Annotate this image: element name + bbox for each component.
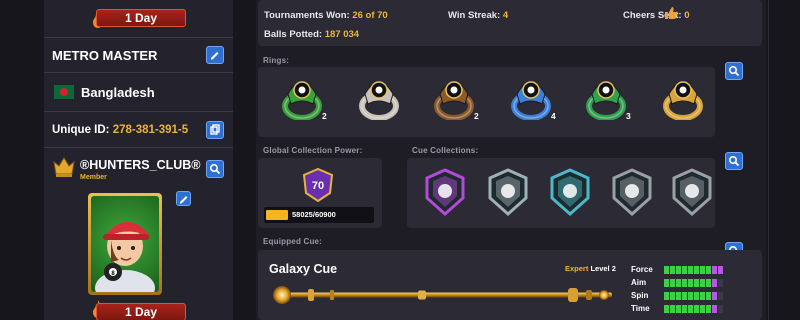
ring-count: 4 — [551, 111, 556, 121]
cue-stat-bar — [664, 266, 723, 274]
ring-count: 2 — [322, 111, 327, 121]
edit-title-button[interactable] — [206, 46, 224, 64]
balls-potted: Balls Potted: 187 034 — [264, 29, 360, 40]
ornate-ring-icon — [359, 81, 399, 121]
svg-text:70: 70 — [312, 180, 324, 192]
profile-sidebar: 1 Day METRO MASTER Bangladesh Unique ID:… — [0, 0, 256, 320]
club-ring-icon — [663, 81, 703, 121]
unique-id-label: Unique ID: — [52, 124, 110, 136]
cue-tier-level: Expert Level 2 — [565, 264, 616, 273]
cue-stat-name: Time — [631, 304, 650, 313]
search-icon — [728, 65, 740, 77]
collection-progress-bar: 58025/60900 — [264, 207, 374, 223]
eight-ball-ring-icon — [282, 81, 322, 121]
login-streak-badge: 1 Day — [96, 303, 186, 320]
ring-count: 2 — [474, 111, 479, 121]
cue-collections-label: Cue Collections: — [412, 146, 479, 155]
collection-progress-fill — [266, 210, 288, 220]
club-name: ®HUNTERS_CLUB® — [80, 158, 201, 172]
diamond-emblem-icon[interactable] — [547, 168, 593, 217]
cue-name: Galaxy Cue — [269, 262, 338, 276]
atom-emblem-icon[interactable] — [422, 168, 468, 217]
search-icon — [209, 163, 221, 175]
copy-icon — [210, 124, 220, 135]
club-crown-icon — [53, 157, 75, 177]
club-role: Member — [80, 174, 107, 181]
tournaments-won: Tournaments Won: 26 of 70 — [264, 10, 388, 21]
view-club-button[interactable] — [206, 160, 224, 178]
ring-item[interactable] — [584, 72, 628, 124]
bangladesh-flag-icon — [54, 85, 74, 99]
cue-stat-name: Force — [631, 265, 653, 274]
cheers-sent: Cheers Sent: 0 — [623, 10, 690, 21]
collection-level-badge: 70 — [302, 168, 334, 202]
country-name: Bangladesh — [81, 85, 155, 100]
ring-count: 3 — [626, 111, 631, 121]
rings-card — [258, 67, 715, 137]
rings-label: Rings: — [263, 56, 290, 65]
unique-id-value: 278-381-391-5 — [112, 124, 189, 136]
ring-item[interactable] — [509, 72, 553, 124]
green-ring-icon — [586, 81, 626, 121]
collection-progress-text: 58025/60900 — [292, 210, 336, 219]
rings-search-button[interactable] — [725, 62, 743, 80]
ring-item[interactable] — [357, 72, 401, 124]
cue-stat-name: Aim — [631, 278, 647, 287]
edit-avatar-button[interactable] — [176, 191, 191, 206]
profile-screen: 1 Day METRO MASTER Bangladesh Unique ID:… — [0, 0, 800, 320]
bronze-ring-icon — [434, 81, 474, 121]
cue-stat-bar — [664, 305, 723, 313]
unique-id: Unique ID: 278-381-391-5 — [52, 124, 188, 136]
ring-item[interactable] — [661, 72, 705, 124]
copy-id-button[interactable] — [206, 121, 224, 139]
ring-item[interactable] — [432, 72, 476, 124]
player-title: METRO MASTER — [52, 48, 158, 63]
ring-item[interactable] — [280, 72, 324, 124]
player-avatar[interactable]: 8 — [88, 193, 162, 295]
pencil-icon — [179, 195, 187, 203]
login-streak-badge: 1 Day — [96, 9, 186, 27]
cue-stat-name: Spin — [631, 291, 649, 300]
thumbs-up-icon — [665, 7, 678, 19]
cue-stat-bar — [664, 279, 723, 287]
collection-power-label: Global Collection Power: — [263, 146, 363, 155]
galaxy-cue-image — [273, 286, 612, 304]
pencil-icon — [211, 52, 219, 60]
equipped-cue-label: Equipped Cue: — [263, 237, 323, 246]
win-streak: Win Streak: 4 — [448, 10, 509, 21]
search-icon — [728, 155, 740, 167]
cue-collections-search-button[interactable] — [725, 152, 743, 170]
cue-stat-bar — [664, 292, 723, 300]
avatar-portrait: 8 — [95, 221, 155, 292]
crown-emblem-icon[interactable] — [609, 168, 655, 217]
rack-emblem-icon[interactable] — [669, 168, 715, 217]
blue-ring-icon — [511, 81, 551, 121]
trophy-emblem-icon[interactable] — [485, 168, 531, 217]
